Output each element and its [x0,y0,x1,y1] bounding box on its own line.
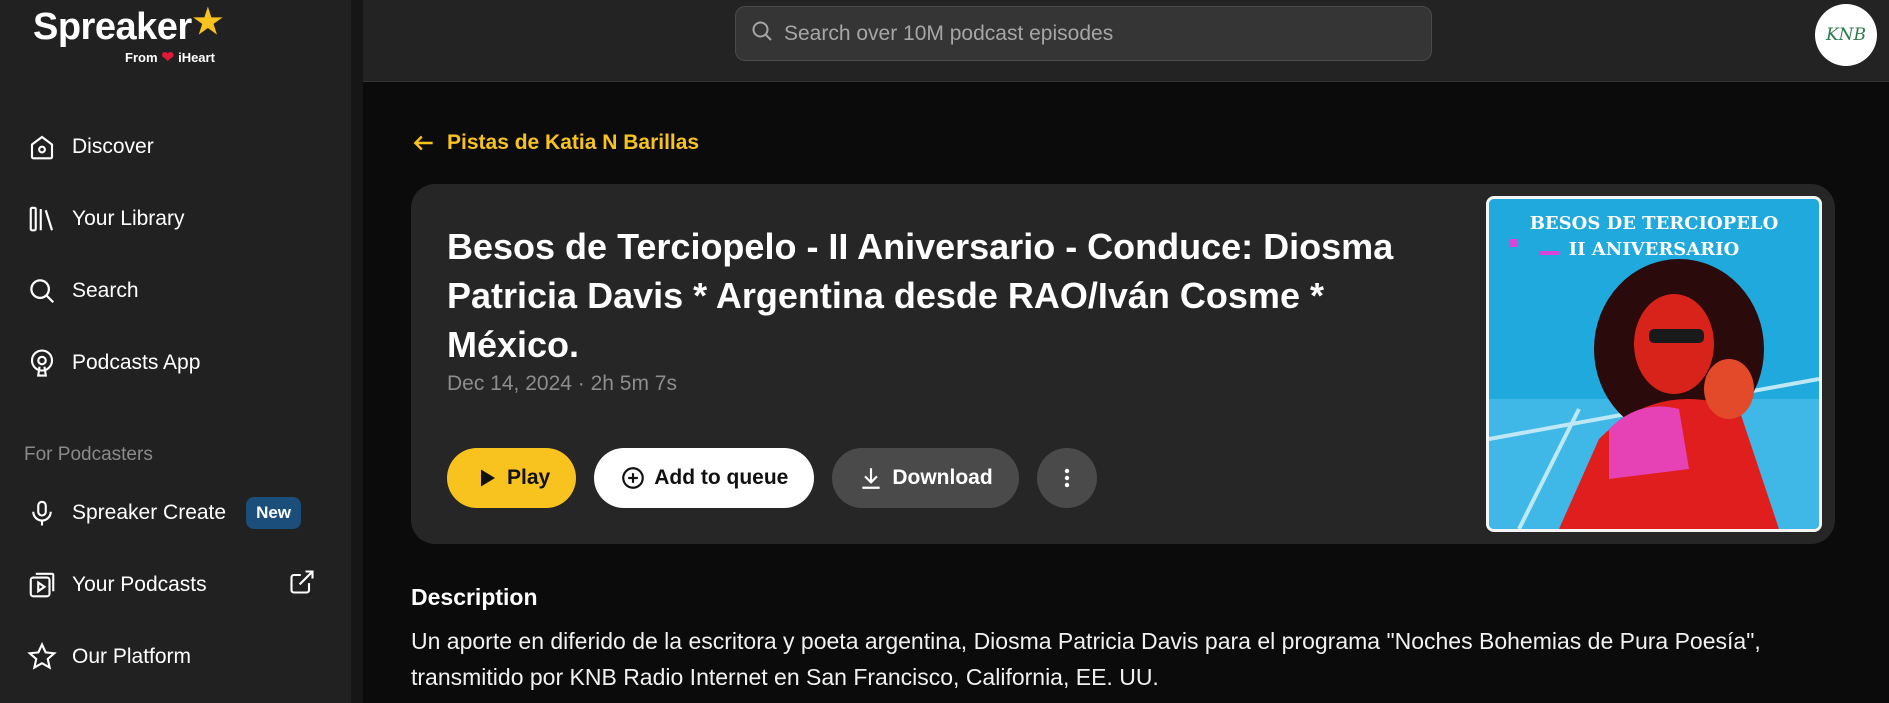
sidebar-item-label: Your Library [72,207,185,230]
cover-title: BESOS DE TERCIOPELO II ANIVERSARIO [1489,211,1819,263]
sidebar-item-search[interactable]: Search [26,271,326,311]
sidebar-item-label: Our Platform [72,645,192,668]
description-heading: Description [411,584,538,610]
sidebar-item-label: Podcasts App [72,351,201,374]
star-icon: ★ [192,3,223,41]
play-button-label: Play [507,466,551,489]
star-outline-icon [26,641,58,673]
avatar[interactable]: KNB [1815,4,1877,66]
description-text: Un aporte en diferido de la escritora y … [411,628,1761,690]
more-options-button[interactable] [1036,448,1097,508]
sidebar-item-label: Spreaker Create [72,501,227,524]
iheart-icon: ❤ [161,49,175,66]
play-button[interactable]: Play [447,448,577,508]
sidebar-item-discover[interactable]: Discover [26,127,326,167]
add-circle-icon [620,465,646,491]
more-vertical-icon [1064,468,1069,488]
cover-title-line2: II ANIVERSARIO [1568,239,1740,260]
search-input[interactable] [784,21,1384,46]
search-icon [26,275,58,307]
search-bar[interactable] [735,6,1432,61]
episode-title: Besos de Terciopelo - II Aniversario - C… [447,226,1394,365]
back-link[interactable]: Pistas de Katia N Barillas [411,130,699,156]
episode-cover-image: BESOS DE TERCIOPELO II ANIVERSARIO [1486,196,1822,532]
brand-name: Spreaker [33,6,192,48]
podcast-play-icon [26,569,58,601]
sidebar-item-spreaker-create[interactable]: Spreaker Create New [26,493,326,533]
sidebar-item-your-podcasts[interactable]: Your Podcasts [26,565,326,605]
brand-partner: From ❤ iHeart [125,48,215,66]
sidebar-item-our-platform[interactable]: Our Platform [26,637,326,677]
library-icon [26,203,58,235]
sidebar: Spreaker ★ From ❤ iHeart Discover Your Li… [0,0,351,703]
cover-title-line1: BESOS DE TERCIOPELO [1529,213,1779,234]
add-to-queue-button[interactable]: Add to queue [594,448,815,508]
sidebar-scroll-edge [351,0,363,703]
podcast-app-icon [26,347,58,379]
sidebar-item-podcasts-app[interactable]: Podcasts App [26,343,326,383]
home-icon [26,131,58,163]
sidebar-item-label: Search [72,279,139,302]
search-icon [750,19,774,48]
external-link-icon[interactable] [288,568,316,602]
sidebar-item-your-library[interactable]: Your Library [26,199,326,239]
episode-meta: Dec 14, 2024 · 2h 5m 7s [447,372,677,395]
episode-card: Besos de Terciopelo - II Aniversario - C… [411,184,1835,544]
brand-from-text: From [125,49,158,65]
download-button[interactable]: Download [832,448,1019,508]
play-icon [475,466,499,490]
avatar-label: KNB [1825,25,1867,45]
action-buttons: Play Add to queue Download [447,448,1097,508]
back-link-label: Pistas de Katia N Barillas [447,131,700,154]
download-icon [858,465,884,491]
new-badge: New [246,497,302,529]
add-to-queue-label: Add to queue [654,466,789,489]
microphone-icon [26,497,58,529]
sidebar-item-label: Discover [72,135,154,158]
spreaker-logo[interactable]: Spreaker ★ From ❤ iHeart [33,3,223,66]
arrow-left-icon [413,135,433,151]
download-label: Download [892,466,993,489]
brand-partner-text: iHeart [178,49,215,65]
section-label-for-podcasters: For Podcasters [24,444,153,465]
sidebar-item-label: Your Podcasts [72,573,207,596]
